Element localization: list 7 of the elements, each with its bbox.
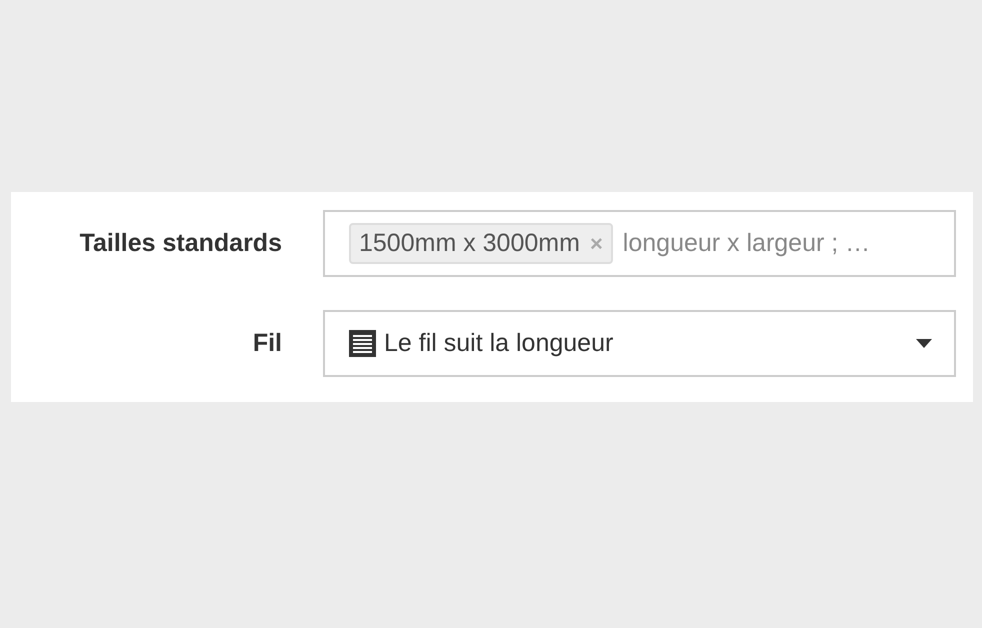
- tag-chip: 1500mm x 3000mm ×: [349, 223, 613, 264]
- field-label: Fil: [252, 329, 282, 358]
- caret-icon: [916, 339, 932, 348]
- field-label: Tailles standards: [78, 229, 282, 258]
- tags-input-field[interactable]: 1500mm x 3000mm × longueur x largeur ; …: [323, 210, 956, 277]
- list-icon: [349, 330, 376, 357]
- select-dropdown[interactable]: Le fil suit la longueur: [323, 310, 956, 377]
